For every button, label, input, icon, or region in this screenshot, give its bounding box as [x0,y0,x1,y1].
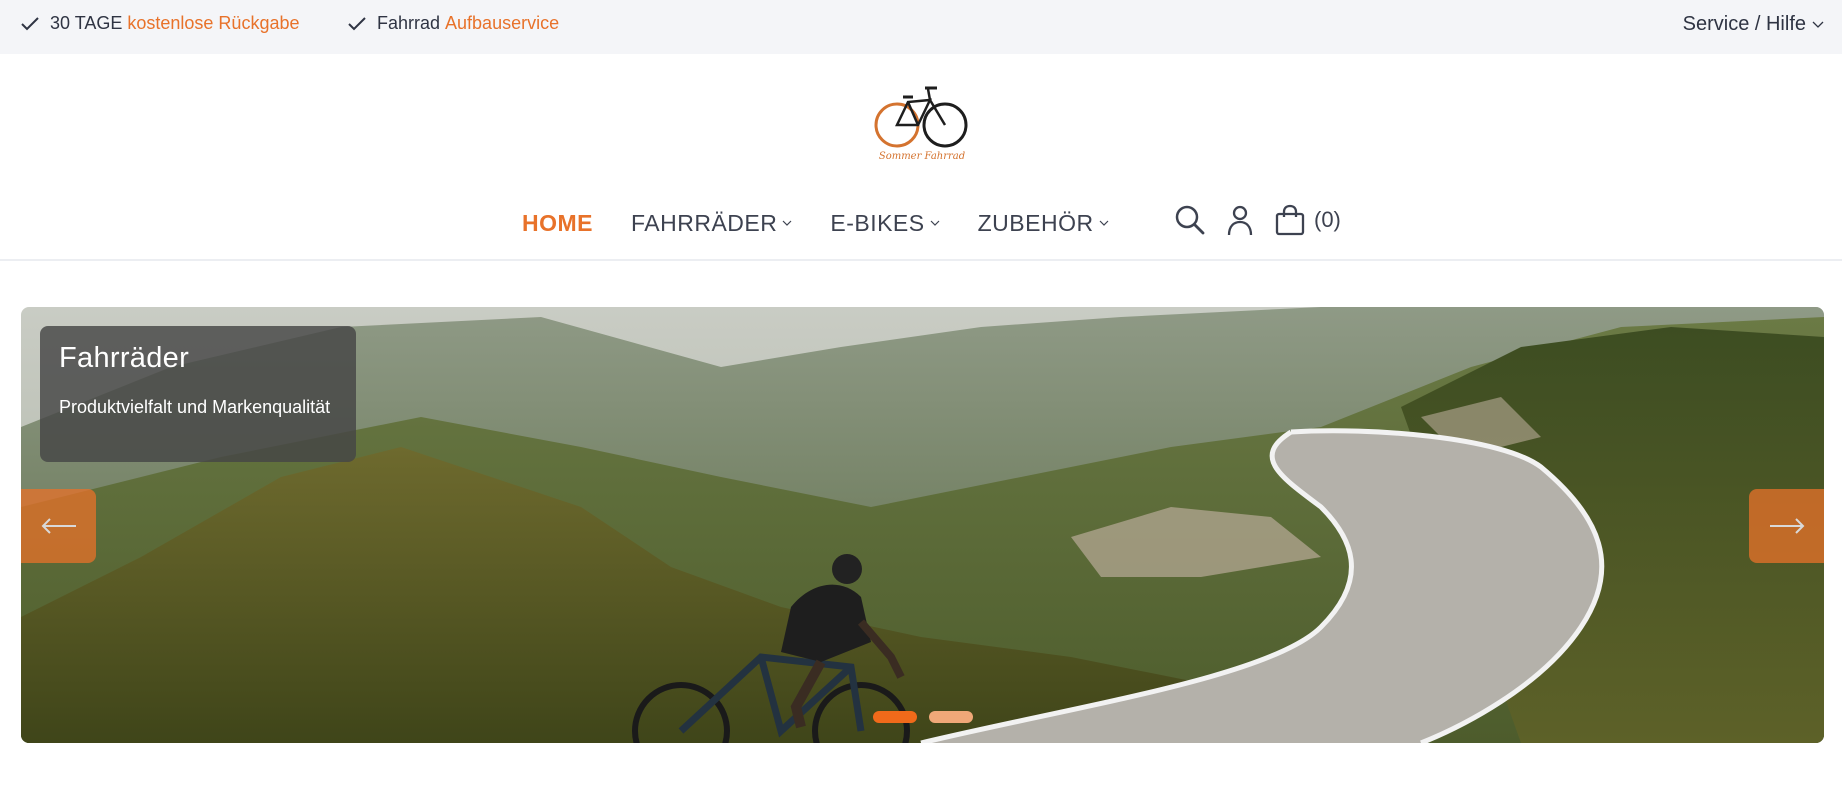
hero-caption-subtitle: Produktvielfalt und Markenqualität [59,397,331,417]
nav-e-bikes[interactable]: E-BIKES [830,209,940,237]
site-header: Sommer Fahrrad HOME FAHRRÄDER E-BIKES ZU… [0,54,1842,261]
cart-count: (0) [1314,207,1341,232]
hero-slider[interactable]: Fahrräder Produktvielfalt und Markenqual… [21,307,1824,743]
cart-icon [1275,204,1305,236]
main-nav: HOME FAHRRÄDER E-BIKES ZUBEHÖR [522,203,1147,243]
logo-text: Sommer Fahrrad [879,151,965,162]
check-icon [21,16,39,30]
slider-dot-1[interactable] [873,711,917,723]
usp-assembly-prefix: Fahrrad [377,13,441,33]
header-icons: (0) [1174,198,1361,242]
usp-assembly-service: Fahrrad Aufbauservice [347,13,559,34]
arrow-left-icon [41,518,76,534]
nav-zubehoer[interactable]: ZUBEHÖR [978,210,1109,237]
nav-zubehoer-label: ZUBEHÖR [977,209,1094,236]
slider-dots [873,711,985,723]
logo[interactable]: Sommer Fahrrad [873,80,971,164]
chevron-down-icon [930,220,940,226]
slider-prev-button[interactable] [21,489,96,563]
nav-fahrraeder-label: FAHRRÄDER [631,209,778,236]
service-help-menu[interactable]: Service / Hilfe [1683,13,1824,36]
hero-caption: Fahrräder Produktvielfalt und Markenqual… [40,326,356,462]
account-button[interactable] [1226,204,1254,236]
cart-button[interactable]: (0) [1274,204,1341,236]
usp-free-returns: 30 TAGE kostenlose Rückgabe [20,13,299,34]
check-icon [348,16,366,30]
nav-e-bikes-label: E-BIKES [830,209,925,236]
nav-fahrraeder[interactable]: FAHRRÄDER [631,210,792,237]
nav-home-label: HOME [522,209,593,236]
chevron-down-icon [1812,21,1824,28]
search-icon [1175,205,1205,235]
user-icon [1227,205,1253,236]
chevron-down-icon [1099,220,1109,226]
service-help-label: Service / Hilfe [1682,13,1806,35]
top-bar: 30 TAGE kostenlose Rückgabe Fahrrad Aufb… [0,0,1842,54]
arrow-right-icon [1769,518,1804,534]
chevron-down-icon [782,220,792,226]
hero-caption-title: Fahrräder [59,342,190,374]
slider-next-button[interactable] [1749,489,1824,563]
usp-assembly-highlight[interactable]: Aufbauservice [445,13,559,34]
usp-free-returns-prefix: 30 TAGE [50,13,123,33]
slider-dot-2[interactable] [929,711,973,723]
usp-free-returns-highlight[interactable]: kostenlose Rückgabe [127,13,299,34]
search-button[interactable] [1174,204,1206,236]
nav-home[interactable]: HOME [522,210,593,237]
